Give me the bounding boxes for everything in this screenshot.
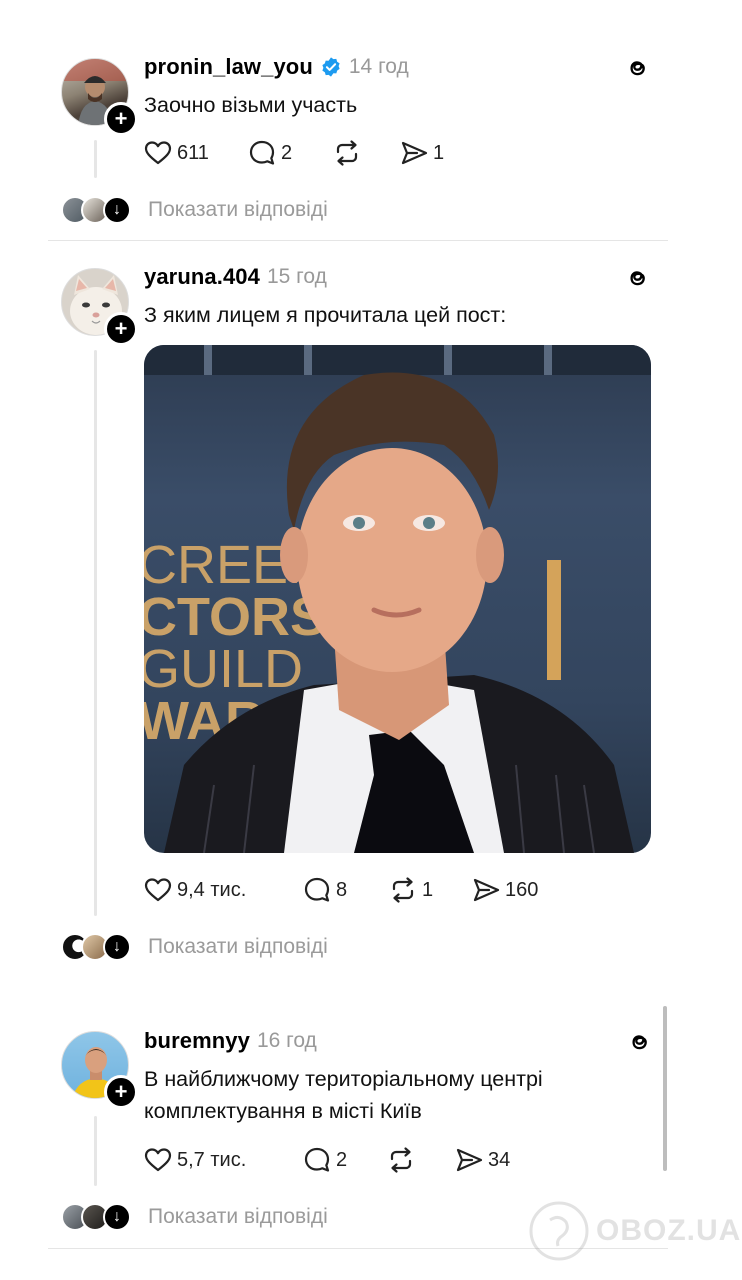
like-button[interactable]: 611 <box>143 138 209 168</box>
share-button[interactable]: 160 <box>471 875 538 905</box>
post-text: З яким лицем я прочитала цей пост: <box>144 303 507 327</box>
username[interactable]: buremnyy <box>144 1028 250 1054</box>
repost-icon <box>392 877 414 903</box>
photo-man-in-suit: CREEN CTORS GUILD WARD <box>144 345 651 853</box>
repost-icon <box>336 140 358 166</box>
repost-button[interactable] <box>386 1145 416 1175</box>
comment-button[interactable]: 8 <box>302 875 347 905</box>
share-count: 34 <box>488 1148 511 1171</box>
reply-avatars[interactable]: ↓ <box>61 1203 133 1231</box>
share-button[interactable]: 1 <box>399 138 444 168</box>
post-time: 15 год <box>266 265 327 288</box>
down-arrow-icon: ↓ <box>103 196 131 224</box>
post-image[interactable]: CREEN CTORS GUILD WARD <box>144 345 651 853</box>
threads-logo-icon[interactable] <box>625 1028 653 1056</box>
send-icon <box>401 141 428 165</box>
watermark-logo-icon <box>529 1201 589 1261</box>
comment-icon <box>304 877 330 902</box>
down-arrow-icon: ↓ <box>103 933 131 961</box>
share-count: 160 <box>505 878 539 901</box>
post-text-line: В найближчому територіальному центрі <box>144 1067 543 1091</box>
post-text: В найближчому територіальному центрі ком… <box>144 1063 644 1127</box>
follow-plus-button[interactable]: + <box>104 1075 138 1109</box>
verified-badge-icon <box>322 57 340 77</box>
post-time: 16 год <box>256 1029 317 1052</box>
threads-logo-icon[interactable] <box>623 264 651 292</box>
reply-avatars[interactable]: ↓ <box>61 933 133 961</box>
comment-count: 8 <box>336 878 348 901</box>
username[interactable]: yaruna.404 <box>144 264 260 290</box>
send-icon <box>473 878 500 902</box>
down-arrow-icon: ↓ <box>103 1203 131 1231</box>
show-replies-link[interactable]: Показати відповіді <box>148 935 328 959</box>
comment-icon <box>304 1147 330 1172</box>
sign-line-3: GUILD <box>144 639 303 699</box>
repost-count: 1 <box>422 878 434 901</box>
like-count: 611 <box>177 141 209 164</box>
threads-logo-icon[interactable] <box>623 54 651 82</box>
scrollbar[interactable] <box>663 1006 667 1171</box>
comment-count: 2 <box>281 141 293 164</box>
heart-icon <box>144 878 172 902</box>
thread-line <box>94 1116 97 1186</box>
watermark-text: OBOZ.UA <box>596 1214 742 1247</box>
like-button[interactable]: 5,7 тис. <box>143 1145 246 1175</box>
share-button[interactable]: 34 <box>454 1145 510 1175</box>
repost-button[interactable] <box>332 138 362 168</box>
heart-icon <box>144 1148 172 1172</box>
follow-plus-button[interactable]: + <box>104 312 138 346</box>
send-icon <box>456 1148 483 1172</box>
post-text: Заочно візьми участь <box>144 93 358 117</box>
post-time: 14 год <box>348 55 409 78</box>
reply-avatars[interactable]: ↓ <box>61 196 133 224</box>
like-count: 9,4 тис. <box>177 878 247 901</box>
comment-icon <box>249 140 275 165</box>
thread-line <box>94 350 97 916</box>
sign-line-2: CTORS <box>144 587 326 647</box>
thread-line <box>94 140 97 178</box>
username[interactable]: pronin_law_you <box>144 54 313 80</box>
share-count: 1 <box>433 141 445 164</box>
show-replies-link[interactable]: Показати відповіді <box>148 1205 328 1229</box>
like-count: 5,7 тис. <box>177 1148 247 1171</box>
post-text-line: комплектування в місті Київ <box>144 1099 422 1123</box>
comment-button[interactable]: 2 <box>247 138 292 168</box>
like-button[interactable]: 9,4 тис. <box>143 875 246 905</box>
show-replies-link[interactable]: Показати відповіді <box>148 198 328 222</box>
comment-button[interactable]: 2 <box>302 1145 347 1175</box>
watermark: OBOZ.UA <box>528 1200 741 1262</box>
repost-icon <box>390 1147 412 1173</box>
repost-button[interactable]: 1 <box>388 875 433 905</box>
heart-icon <box>144 141 172 165</box>
divider <box>48 240 668 241</box>
follow-plus-button[interactable]: + <box>104 102 138 136</box>
comment-count: 2 <box>336 1148 348 1171</box>
